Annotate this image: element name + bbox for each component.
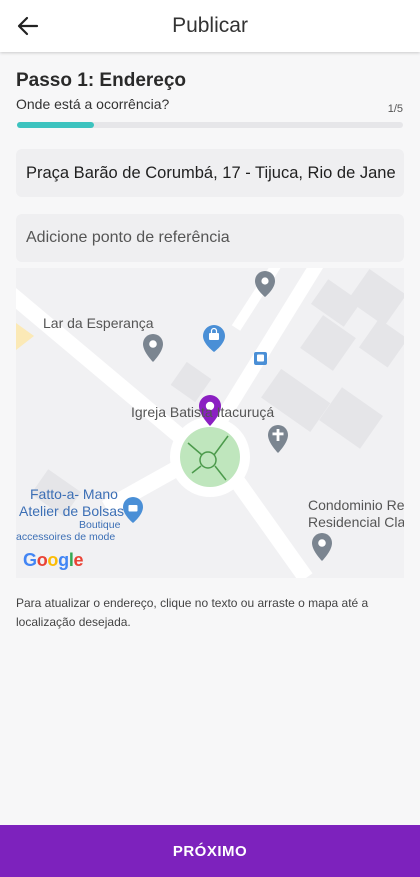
app-header: Publicar (0, 0, 420, 52)
step-title: Passo 1: Endereço (16, 70, 187, 91)
map-view[interactable]: Lar da Esperança Igreja Batista Itacuruç… (16, 268, 404, 578)
step-counter: 1/5 (387, 103, 403, 115)
address-field[interactable]: Praça Barão de Corumbá, 17 - Tijuca, Rio… (16, 149, 404, 197)
map-label-lar: Lar da Esperança (43, 315, 154, 331)
church-pin-icon[interactable] (268, 425, 288, 453)
bus-stop-icon[interactable] (254, 352, 267, 365)
map-label-boutique: Boutique (79, 519, 121, 531)
reference-field[interactable]: Adicione ponto de referência (16, 214, 404, 262)
map-label-residencial: Residencial Cla (308, 514, 404, 530)
condo-pin-icon[interactable] (312, 533, 332, 561)
step-subtitle: Onde está a ocorrência? (16, 96, 170, 112)
page-title: Publicar (172, 14, 248, 37)
hint-text: Para atualizar o endereço, clique no tex… (16, 596, 369, 629)
back-button[interactable] (12, 10, 44, 42)
map-label-boutique-sub: accessoires de mode (16, 531, 116, 543)
map-label-atelier: Atelier de Bolsas (19, 503, 125, 519)
google-logo: Google (23, 550, 84, 570)
shopping-bag-icon[interactable] (123, 497, 143, 523)
progress-fill (17, 122, 95, 128)
progress-bar (17, 122, 403, 128)
map-label-igreja: Igreja Batista Itacuruçá (131, 404, 275, 420)
map-label-fatto: Fatto-a- Mano (30, 486, 118, 502)
arrow-left-icon (17, 16, 39, 36)
lar-pin-icon[interactable] (143, 334, 163, 362)
map-label-condo: Condominio Re (308, 497, 404, 513)
next-button[interactable]: PRÓXIMO (0, 825, 420, 877)
shopping-bag-icon[interactable] (203, 325, 225, 352)
